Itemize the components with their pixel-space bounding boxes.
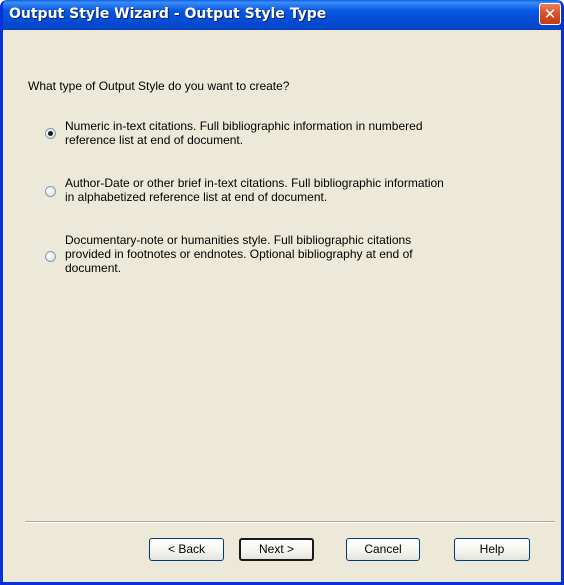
help-button[interactable]: Help: [454, 538, 530, 561]
wizard-window: Output Style Wizard - Output Style Type …: [0, 0, 564, 585]
cancel-button[interactable]: Cancel: [346, 538, 420, 561]
footer-separator: [25, 521, 555, 523]
window-title: Output Style Wizard - Output Style Type: [9, 6, 327, 22]
wizard-content: What type of Output Style do you want to…: [3, 30, 561, 582]
option-author-date-label[interactable]: Author-Date or other brief in-text citat…: [65, 176, 505, 204]
option-documentary-note-label[interactable]: Documentary-note or humanities style. Fu…: [65, 233, 505, 275]
close-button[interactable]: ✕: [539, 3, 561, 25]
title-bar[interactable]: Output Style Wizard - Output Style Type …: [3, 0, 561, 30]
question-label: What type of Output Style do you want to…: [28, 79, 290, 93]
next-button[interactable]: Next >: [239, 538, 314, 561]
radio-documentary-note[interactable]: [45, 251, 56, 262]
option-numeric-label[interactable]: Numeric in-text citations. Full bibliogr…: [65, 119, 505, 147]
close-icon: ✕: [543, 5, 557, 23]
radio-numeric[interactable]: [45, 128, 56, 139]
back-button[interactable]: < Back: [149, 538, 224, 561]
radio-author-date[interactable]: [45, 186, 56, 197]
